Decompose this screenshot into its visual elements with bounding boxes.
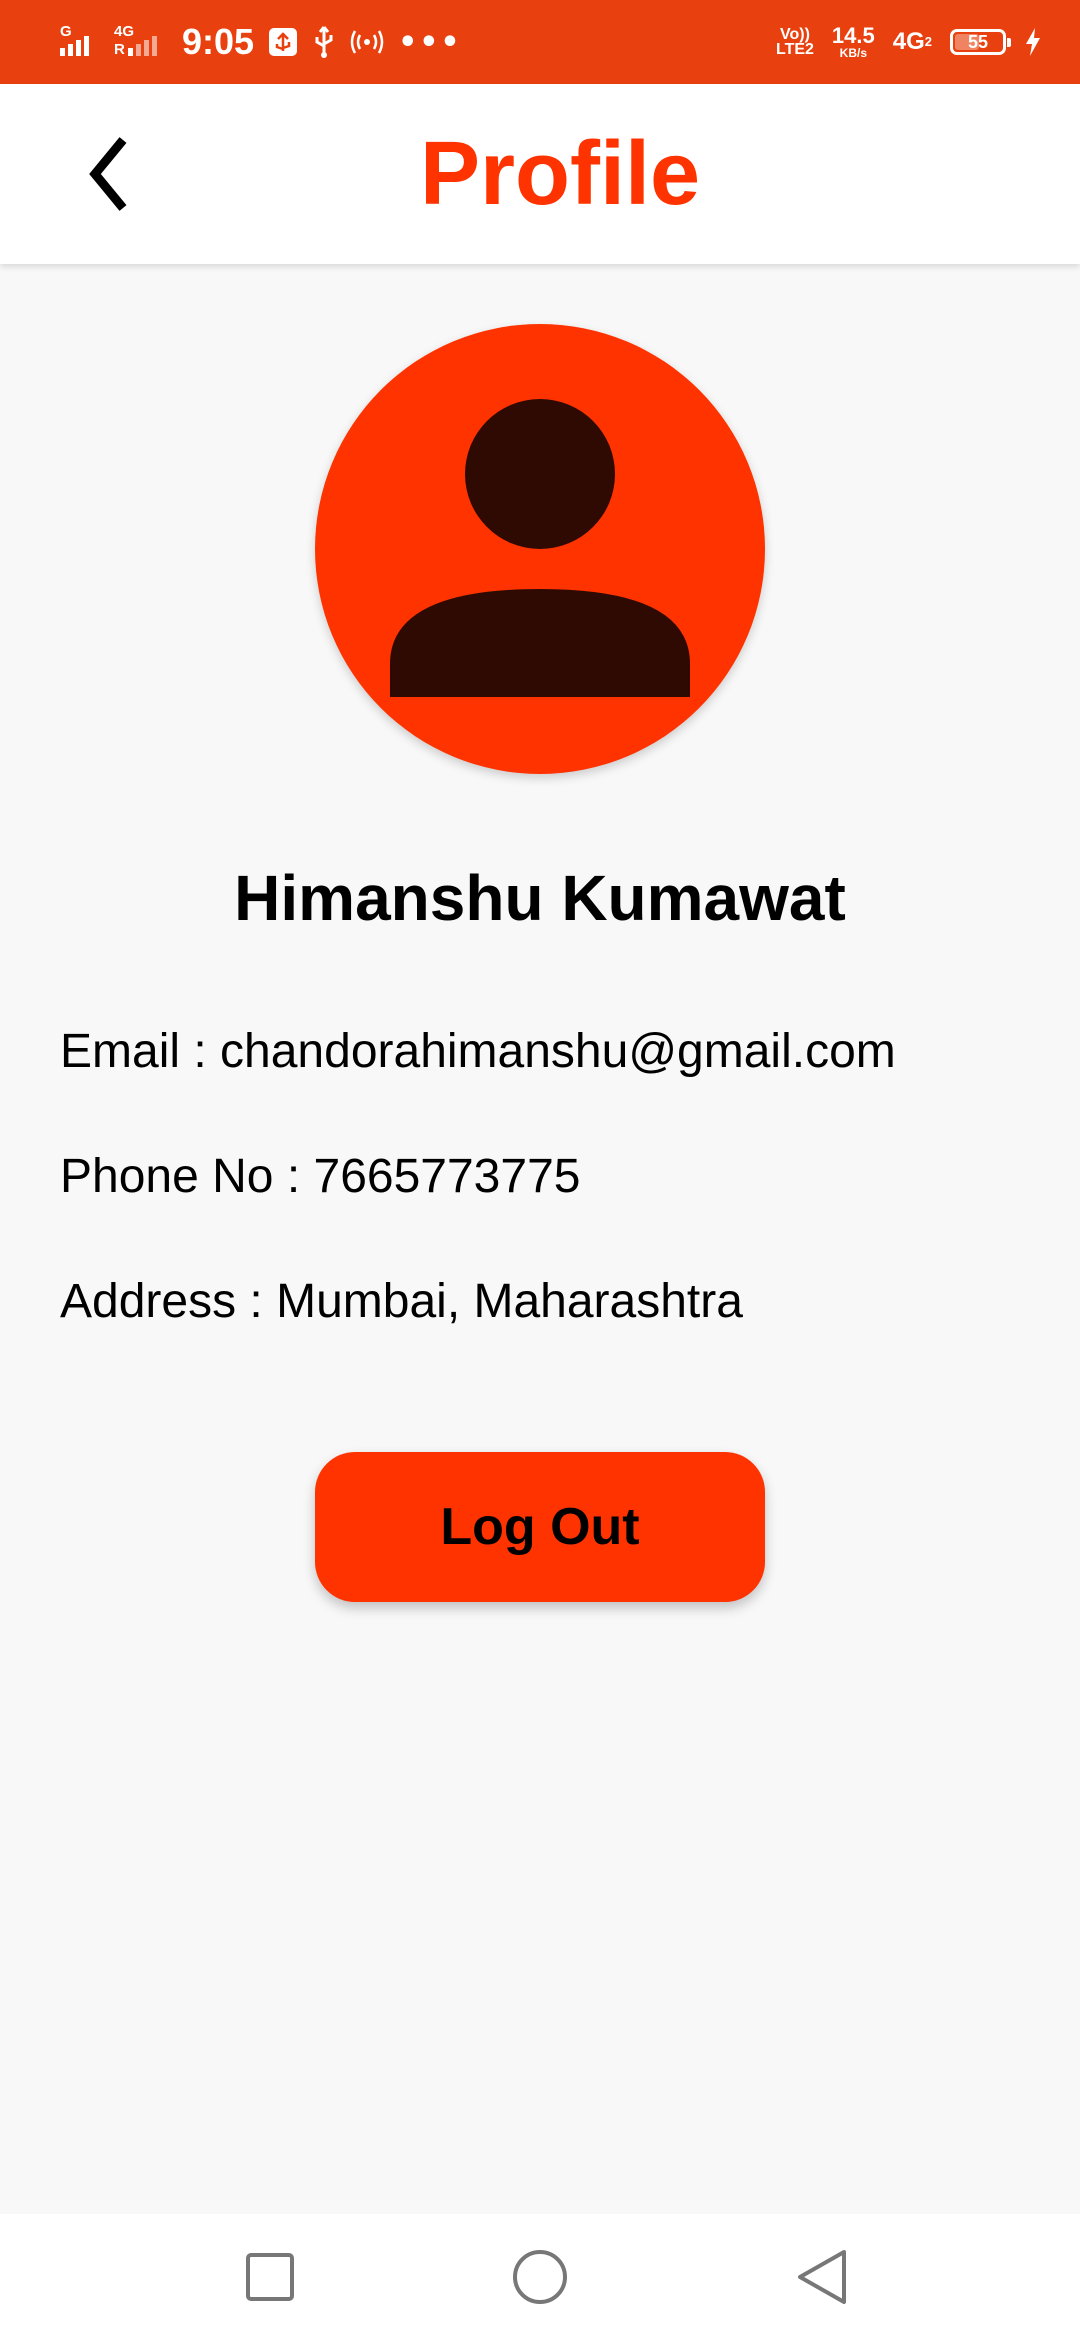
logout-label: Log Out	[440, 1498, 640, 1556]
mobile-data-label: 4G	[892, 28, 925, 55]
volte-indicator: Vo)) LTE2	[775, 26, 814, 58]
status-bar-right: Vo)) LTE2 14.5 KB/s 4G 2 55	[776, 0, 1042, 84]
mobile-data-indicator: 4G 2	[893, 30, 932, 54]
status-time: 9:05	[182, 21, 255, 62]
avatar	[315, 324, 765, 774]
battery-level: 55	[967, 32, 989, 52]
sim1-label: G	[60, 23, 72, 40]
address-text: Address : Mumbai, Maharashtra	[60, 1275, 743, 1328]
network-speed: 14.5 KB/s	[831, 23, 875, 60]
charging-bolt-icon	[1024, 27, 1042, 57]
email-text: Email : chandorahimanshu@gmail.com	[60, 1025, 896, 1078]
battery-icon: 55	[950, 29, 1011, 55]
sim2-network-label: 4G	[114, 23, 134, 40]
network-speed-unit: KB/s	[839, 46, 867, 60]
logout-button[interactable]: Log Out	[315, 1452, 765, 1602]
status-bar-left: G 4G R 9:05 •••	[58, 0, 462, 84]
signal-sim1-icon: G	[58, 22, 98, 62]
sim2-roaming-label: R	[114, 41, 125, 58]
usb-icon	[312, 25, 336, 59]
person-icon	[390, 399, 690, 697]
volte-bottom-label: LTE2	[775, 41, 814, 58]
recents-button[interactable]	[225, 2232, 315, 2322]
app-bar: Profile	[0, 84, 1080, 264]
mobile-data-sub-label: 2	[924, 34, 932, 49]
system-back-button[interactable]	[777, 2232, 867, 2322]
profile-name: Himanshu Kumawat	[234, 862, 846, 934]
volte-top-label: Vo))	[779, 26, 810, 43]
more-notifications-icon: •••	[398, 24, 462, 60]
circle-icon[interactable]	[510, 2247, 570, 2307]
page-title: Profile	[419, 124, 701, 224]
square-icon[interactable]	[242, 2249, 298, 2305]
network-speed-value: 14.5	[831, 23, 875, 48]
signal-sim2-icon: 4G R	[112, 22, 162, 62]
triangle-back-icon[interactable]	[792, 2247, 852, 2307]
status-bar: G 4G R 9:05 ••• Vo)) LTE2 14.5 KB/s 4G 2…	[0, 0, 1080, 84]
hotspot-icon	[350, 27, 384, 57]
navigation-bar	[0, 2214, 1080, 2340]
home-button[interactable]	[495, 2232, 585, 2322]
usb-debug-icon	[268, 27, 298, 57]
phone-text: Phone No : 7665773775	[60, 1150, 581, 1203]
